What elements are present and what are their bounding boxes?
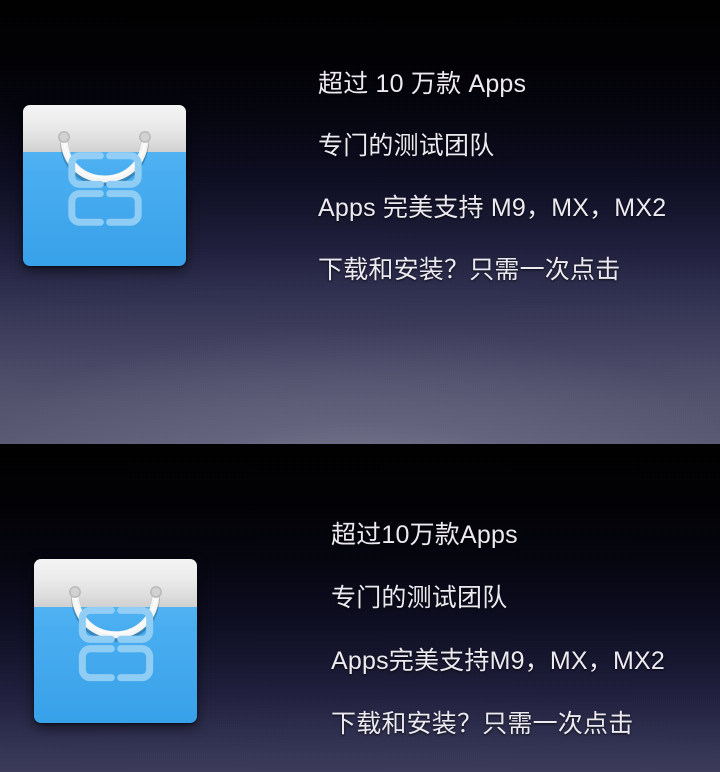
meizu-app-grid-icon xyxy=(67,152,142,226)
feature-line-2: 专门的测试团队 xyxy=(331,584,508,612)
feature-line-4: 下载和安装？只需一次点击 xyxy=(331,710,634,738)
feature-line-3: Apps完美支持M9，MX，MX2 xyxy=(331,647,666,675)
slide-panel-unspaced: 超过10万款Apps 专门的测试团队 Apps完美支持M9，MX，MX2 下载和… xyxy=(0,444,720,772)
feature-line-3: Apps 完美支持 M9，MX，MX2 xyxy=(318,194,667,222)
feature-list-unspaced: 超过10万款Apps 专门的测试团队 Apps完美支持M9，MX，MX2 下载和… xyxy=(331,523,665,772)
slide-panel-spaced: 超过 10 万款 Apps 专门的测试团队 Apps 完美支持 M9，MX，MX… xyxy=(0,0,720,444)
feature-list-spaced: 超过 10 万款 Apps 专门的测试团队 Apps 完美支持 M9，MX，MX… xyxy=(318,72,666,320)
feature-line-1: 超过10万款Apps xyxy=(331,521,518,549)
screenshot-stage: 超过 10 万款 Apps 专门的测试团队 Apps 完美支持 M9，MX，MX… xyxy=(0,0,720,772)
feature-line-1: 超过 10 万款 Apps xyxy=(318,70,527,98)
feature-line-2: 专门的测试团队 xyxy=(318,132,495,160)
app-store-bag-icon[interactable] xyxy=(34,559,197,723)
feature-line-4: 下载和安装？只需一次点击 xyxy=(318,256,621,284)
app-store-bag-icon[interactable] xyxy=(23,105,186,266)
meizu-app-grid-icon xyxy=(78,607,153,682)
